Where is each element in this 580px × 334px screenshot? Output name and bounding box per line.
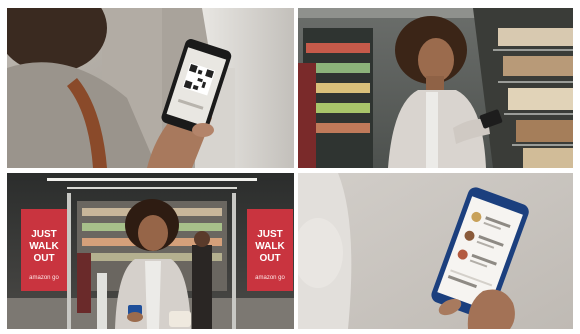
panel-walk-out-exit: JUST WALK OUT amazon go JUST WALK OUT am… — [7, 173, 294, 329]
svg-text:amazon go: amazon go — [29, 275, 59, 281]
just-walk-out-sign-left: JUST WALK OUT amazon go — [21, 209, 67, 291]
svg-text:OUT: OUT — [259, 253, 280, 264]
svg-text:WALK: WALK — [255, 241, 285, 252]
photo-collage: JUST WALK OUT amazon go JUST WALK OUT am… — [0, 0, 580, 334]
aisle-photo — [298, 8, 573, 168]
just-walk-out-sign-right: JUST WALK OUT amazon go — [247, 209, 293, 291]
walk-out-photo: JUST WALK OUT amazon go JUST WALK OUT am… — [7, 173, 294, 329]
svg-text:JUST: JUST — [31, 229, 57, 240]
gate-qr-photo — [7, 8, 294, 168]
svg-text:OUT: OUT — [33, 253, 54, 264]
panel-phone-receipt — [298, 173, 573, 329]
receipt-phone-photo — [298, 173, 573, 329]
svg-text:amazon go: amazon go — [255, 275, 285, 281]
panel-gate-qr-scan — [7, 8, 294, 168]
svg-text:JUST: JUST — [257, 229, 283, 240]
svg-text:WALK: WALK — [29, 241, 59, 252]
panel-shopping-aisle — [298, 8, 573, 168]
